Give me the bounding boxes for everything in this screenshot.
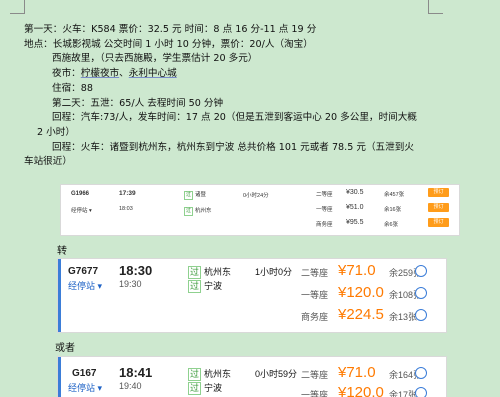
depart-time: 17:39 — [119, 190, 136, 197]
seat-price: ¥95.5 — [346, 219, 364, 226]
duration: 0小时59分 — [255, 369, 298, 379]
seat-class: 二等座 — [316, 192, 333, 198]
text-line: 住宿：88 — [52, 82, 93, 94]
train-number: G167 — [72, 368, 97, 379]
text-line: 地点：长城影视城 公交时间 1 小时 10 分钟，票价：20/人（淘宝） — [24, 38, 313, 50]
seat-class: 商务座 — [316, 222, 333, 228]
text-line-night-market: 夜市：柠檬夜市、永利中心城 — [52, 68, 177, 80]
page-corner-mark — [428, 13, 443, 14]
to-station: 过宁波 — [188, 280, 223, 293]
stops-link[interactable]: 经停站 ▾ — [68, 381, 102, 394]
to-station: 过杭州东 — [184, 207, 212, 216]
seat-price: ¥120.0 — [338, 284, 384, 301]
pass-tag: 过 — [188, 280, 202, 293]
text-line: 第一天：火车：K584 票价：32.5 元 时间：8 点 16 分-11 点 1… — [24, 24, 317, 35]
pass-tag: 过 — [188, 266, 202, 279]
to-station: 过宁波 — [188, 382, 223, 395]
seat-class: 二等座 — [301, 370, 329, 380]
text-line: 第二天：五泄：65/人 去程时间 50 分钟 — [52, 97, 224, 109]
selected-bar — [58, 259, 61, 332]
selected-bar — [58, 357, 61, 397]
from-station: 过杭州东 — [188, 368, 232, 381]
depart-time: 18:30 — [119, 263, 153, 278]
text-line: 车站很近） — [24, 156, 72, 168]
arrive-time: 18:03 — [119, 206, 133, 212]
seat-remain: 余457张 — [384, 192, 405, 198]
seat-class: 商务座 — [301, 312, 329, 322]
depart-time: 18:41 — [119, 365, 153, 380]
seat-price: ¥224.5 — [338, 306, 384, 323]
page-corner-mark — [10, 13, 25, 14]
arrive-time: 19:30 — [119, 279, 142, 289]
text-line: 2 小时） — [37, 126, 75, 138]
seat-radio[interactable] — [415, 287, 427, 299]
itinerary-text: 第一天：火车：K584 票价：32.5 元 时间：8 点 16 分-11 点 1… — [24, 23, 484, 170]
seat-radio[interactable] — [415, 265, 427, 277]
text-line: 回程：汽车:73/人，发车时间：17 点 20（但是五泄到客运中心 20 多公里… — [52, 112, 417, 124]
seat-radio[interactable] — [415, 387, 427, 397]
train-number: G1966 — [71, 191, 90, 197]
stops-link[interactable]: 经停站 ▾ — [68, 279, 102, 292]
from-station: 过诸暨 — [184, 191, 207, 200]
seat-remain: 余17张 — [389, 390, 418, 397]
seat-price: ¥120.0 — [338, 384, 384, 397]
train-card-g7677: G7677 经停站 ▾ 18:30 19:30 过杭州东 过宁波 1小时0分 二… — [57, 258, 447, 333]
train-number: G7677 — [68, 266, 99, 277]
book-button[interactable]: 预订 — [428, 188, 449, 197]
from-station: 过杭州东 — [188, 266, 232, 279]
connector-text: 或者 — [55, 343, 75, 354]
seat-remain: 余13张 — [389, 312, 418, 322]
book-button[interactable]: 预订 — [428, 203, 449, 212]
pass-tag: 过 — [184, 207, 194, 216]
arrive-time: 19:40 — [119, 381, 142, 391]
seat-price: ¥30.5 — [346, 189, 364, 196]
seat-class: 二等座 — [301, 268, 329, 278]
seat-class: 一等座 — [301, 390, 329, 397]
text-line: 回程：火车：诸暨到杭州东，杭州东到宁波 总共价格 101 元或者 78.5 元（… — [52, 141, 414, 153]
night-market-place: 柠檬夜市 — [80, 68, 120, 80]
seat-remain: 余16张 — [384, 207, 402, 213]
seat-price: ¥71.0 — [338, 364, 376, 381]
night-market-place: 永利中心城 — [128, 68, 177, 80]
connector-text: 转 — [57, 246, 67, 257]
duration: 1小时0分 — [255, 267, 293, 277]
seat-radio[interactable] — [415, 367, 427, 379]
seat-class: 一等座 — [316, 207, 333, 213]
pass-tag: 过 — [188, 382, 202, 395]
duration: 0小时24分 — [243, 193, 269, 199]
train-card-g1966: G1966 经停站 ▾ 17:39 18:03 过诸暨 过杭州东 0小时24分 … — [60, 184, 460, 236]
train-card-g167: G167 经停站 ▾ 18:41 19:40 过杭州东 过宁波 0小时59分 二… — [57, 356, 447, 397]
seat-radio[interactable] — [415, 309, 427, 321]
book-button[interactable]: 预订 — [428, 218, 449, 227]
seat-price: ¥71.0 — [338, 262, 376, 279]
text-line: 西施故里，（只去西施殿，学生票估计 20 多元） — [52, 53, 258, 65]
seat-class: 一等座 — [301, 290, 329, 300]
seat-price: ¥51.0 — [346, 204, 364, 211]
pass-tag: 过 — [184, 191, 194, 200]
stops-link[interactable]: 经停站 ▾ — [71, 206, 92, 214]
seat-remain: 余6张 — [384, 222, 399, 228]
page-corner-mark — [24, 0, 25, 14]
pass-tag: 过 — [188, 368, 202, 381]
page-corner-mark — [428, 0, 429, 14]
